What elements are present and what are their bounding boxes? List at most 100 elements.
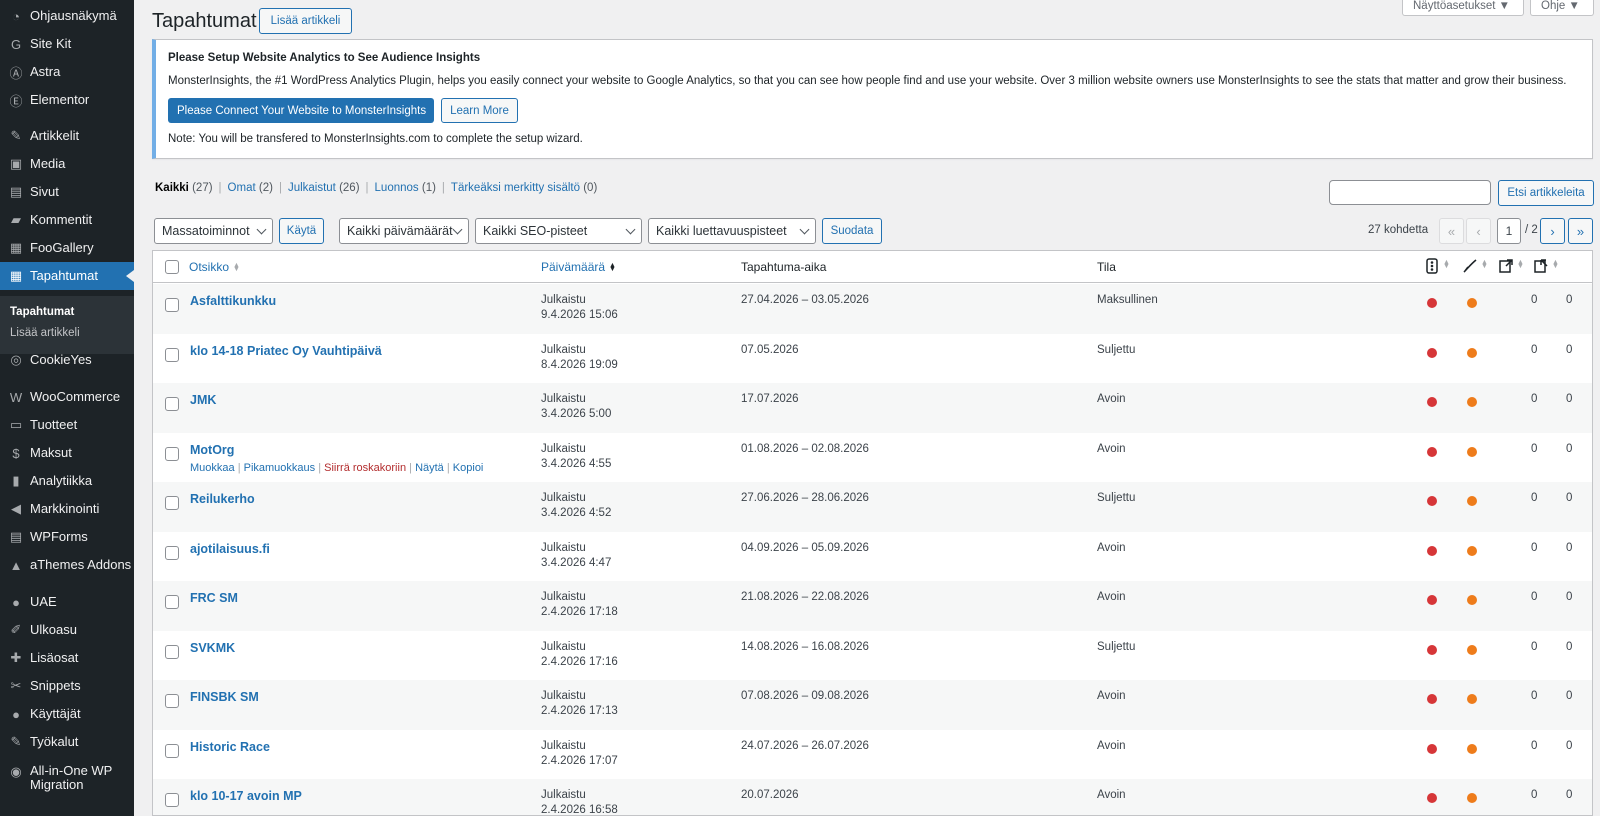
date-filter-select[interactable]: Kaikki päivämäärät: [339, 218, 469, 244]
trash-link[interactable]: Siirrä roskakoriin: [324, 462, 406, 474]
publish-date: 3.4.2026 4:52: [541, 507, 612, 519]
learn-more-button[interactable]: Learn More: [441, 98, 518, 123]
row-checkbox[interactable]: [165, 743, 179, 758]
publish-status: Julkaistu: [541, 591, 586, 603]
row-checkbox[interactable]: [165, 595, 179, 609]
incoming-links-column-icon[interactable]: ▲ ▼: [1532, 257, 1559, 275]
post-title-link[interactable]: Asfalttikunkku: [190, 294, 276, 308]
sidebar-item-maksut[interactable]: $ Maksut: [0, 439, 134, 467]
row-checkbox[interactable]: [165, 446, 179, 461]
seo-score-column-icon[interactable]: ▲ ▼: [1423, 257, 1450, 275]
bulk-actions-select[interactable]: Massatoiminnot: [154, 218, 273, 244]
view-link-4[interactable]: Tärkeäksi merkitty sisältö: [451, 182, 580, 194]
readability-score-dot: [1467, 793, 1477, 803]
row-checkbox[interactable]: [165, 793, 179, 807]
sidebar-item-snippets[interactable]: ✂ Snippets: [0, 672, 134, 700]
sidebar-item-käyttäjät[interactable]: ● Käyttäjät: [0, 700, 134, 728]
sidebar-item-astra[interactable]: Ⓐ Astra: [0, 58, 134, 86]
seo-filter-select[interactable]: Kaikki SEO-pisteet: [475, 218, 642, 244]
post-title-link[interactable]: klo 10-17 avoin MP: [190, 789, 302, 803]
add-article-button[interactable]: Lisää artikkeli: [259, 8, 352, 34]
event-status: Suljettu: [1097, 343, 1136, 356]
sidebar-item-cookieyes[interactable]: ◎ CookieYes: [0, 346, 134, 374]
sidebar-item-uae[interactable]: ● UAE: [0, 588, 134, 616]
post-title-link[interactable]: MotOrg: [190, 443, 234, 457]
readability-score-dot: [1467, 743, 1477, 754]
submenu-item-add-article[interactable]: Lisää artikkeli: [10, 327, 80, 339]
readability-column-icon[interactable]: ▲ ▼: [1461, 257, 1488, 275]
connect-monsterinsights-button[interactable]: Please Connect Your Website to MonsterIn…: [168, 98, 434, 123]
dashboard-icon: ◔: [12, 8, 20, 24]
edit-link[interactable]: Muokkaa: [190, 462, 235, 474]
view-link-2[interactable]: Julkaistut: [288, 182, 336, 194]
copy-link[interactable]: Kopioi: [453, 462, 484, 474]
row-checkbox[interactable]: [165, 496, 179, 510]
sort-icon: ▲ ▼: [233, 261, 240, 273]
sidebar-item-ulkoasu[interactable]: ✐ Ulkoasu: [0, 616, 134, 644]
post-title-link[interactable]: ajotilaisuus.fi: [190, 542, 270, 556]
sidebar-item-athemes-addons[interactable]: ▲ aThemes Addons: [0, 551, 134, 579]
sidebar-item-artikkelit[interactable]: ✎ Artikkelit: [0, 122, 134, 150]
sidebar-item-wpforms[interactable]: ▤ WPForms: [0, 523, 134, 551]
incoming-links-count: 0: [1566, 640, 1573, 653]
select-all-checkbox[interactable]: [165, 260, 179, 274]
readability-filter-value: Kaikki luettavuuspisteet: [656, 224, 787, 238]
row-checkbox[interactable]: [165, 298, 179, 312]
media-icon: ▣: [9, 156, 23, 171]
view-link-0[interactable]: Kaikki: [155, 182, 189, 194]
sidebar-item-kommentit[interactable]: ▰ Kommentit: [0, 206, 134, 234]
help-button[interactable]: Ohje ▼: [1530, 0, 1594, 16]
submenu-item-events[interactable]: Tapahtumat: [10, 306, 74, 318]
sidebar-item-foogallery[interactable]: ▦ FooGallery: [0, 234, 134, 262]
sidebar-item-elementor[interactable]: Ⓔ Elementor: [0, 86, 134, 114]
readability-filter-select[interactable]: Kaikki luettavuuspisteet: [648, 218, 816, 244]
screen-options-button[interactable]: Näyttöasetukset ▼: [1402, 0, 1524, 16]
quick-edit-link[interactable]: Pikamuokkaus: [244, 462, 316, 474]
elementor-icon: Ⓔ: [9, 93, 23, 109]
last-page-button[interactable]: »: [1568, 218, 1593, 244]
sidebar-item-site-kit[interactable]: G Site Kit: [0, 30, 134, 58]
outgoing-links-column-icon[interactable]: ▲ ▼: [1497, 257, 1524, 275]
current-page-input[interactable]: 1: [1497, 218, 1521, 244]
sidebar-item-label: Astra: [30, 64, 61, 79]
search-articles-button[interactable]: Etsi artikkeleita: [1498, 180, 1594, 206]
row-checkbox[interactable]: [165, 644, 179, 659]
row-checkbox[interactable]: [165, 694, 179, 708]
search-input[interactable]: [1329, 180, 1491, 205]
next-page-button[interactable]: ›: [1540, 218, 1565, 244]
view-link-3[interactable]: Luonnos: [375, 182, 419, 194]
sidebar-item-tuotteet[interactable]: ▭ Tuotteet: [0, 411, 134, 439]
row-checkbox[interactable]: [165, 397, 179, 411]
apply-button[interactable]: Käytä: [279, 218, 324, 244]
sidebar-item-lisäosat[interactable]: ✚ Lisäosat: [0, 644, 134, 672]
post-title-link[interactable]: Historic Race: [190, 740, 270, 754]
sidebar-item-woocommerce[interactable]: W WooCommerce: [0, 383, 134, 411]
row-actions: Muokkaa | Pikamuokkaus | Siirrä roskakor…: [190, 461, 484, 474]
sidebar-item-sivut[interactable]: ▤ Sivut: [0, 178, 134, 206]
publish-status: Julkaistu: [541, 294, 586, 306]
site-kit-icon: G: [10, 36, 22, 52]
sidebar-item-analytiikka[interactable]: ▮ Analytiikka: [0, 467, 134, 495]
row-checkbox[interactable]: [165, 545, 179, 560]
post-title-link[interactable]: FINSBK SM: [190, 690, 259, 704]
post-title-link[interactable]: Reilukerho: [190, 492, 255, 506]
column-date[interactable]: Päivämäärä ▲ ▼: [541, 260, 616, 274]
column-title[interactable]: Otsikko ▲ ▼: [189, 260, 240, 274]
sidebar-item-all-in-one-wp-migration[interactable]: ◉ All-in-One WP Migration: [0, 756, 134, 796]
sidebar-item-media[interactable]: ▣ Media: [0, 150, 134, 178]
filter-button[interactable]: Suodata: [822, 218, 882, 244]
sidebar-item-tapahtumat[interactable]: ▦ Tapahtumat: [0, 262, 134, 290]
view-link-1[interactable]: Omat: [228, 182, 256, 194]
table-row: JMK Julkaistu 3.4.2026 5:00 17.07.2026 Avoin…: [153, 383, 1592, 433]
sidebar-item-ohjausnäkymä[interactable]: ◔ Ohjausnäkymä: [0, 2, 134, 30]
publish-date: 2.4.2026 17:13: [541, 705, 618, 717]
post-title-link[interactable]: SVKMK: [190, 641, 235, 655]
table-header: Otsikko ▲ ▼ Päivämäärä ▲ ▼ Tapahtuma-aika Ti…: [153, 251, 1592, 283]
post-title-link[interactable]: klo 14-18 Priatec Oy Vauhtipäivä: [190, 344, 382, 358]
post-title-link[interactable]: JMK: [190, 393, 216, 407]
row-checkbox[interactable]: [165, 347, 179, 362]
sidebar-item-markkinointi[interactable]: ◀ Markkinointi: [0, 495, 134, 523]
sidebar-item-työkalut[interactable]: ✎ Työkalut: [0, 728, 134, 756]
post-title-link[interactable]: FRC SM: [190, 591, 238, 605]
view-link[interactable]: Näytä: [415, 462, 444, 474]
